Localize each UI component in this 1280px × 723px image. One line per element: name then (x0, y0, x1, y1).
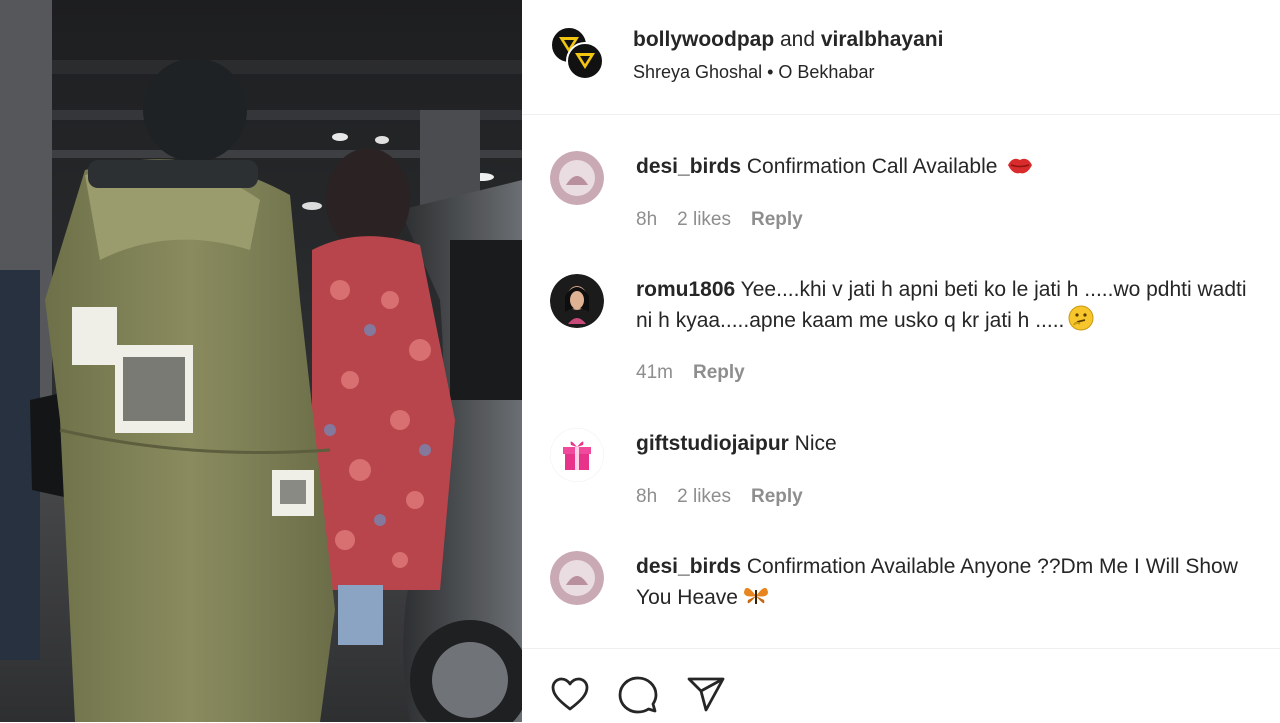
avatar[interactable] (550, 151, 604, 205)
comment-button[interactable] (618, 675, 658, 715)
comment-username[interactable]: desi_birds (636, 555, 741, 578)
gift-logo-icon (550, 428, 604, 482)
post-actions-bar (522, 648, 1280, 723)
airport-scene-image (0, 0, 522, 722)
butterfly-icon (743, 587, 768, 604)
comment-time[interactable]: 8h (636, 486, 657, 507)
reply-button[interactable]: Reply (693, 362, 745, 383)
audio-separator: • (762, 62, 779, 82)
profile-photo-icon (550, 551, 604, 605)
comment-username[interactable]: giftstudiojaipur (636, 432, 789, 455)
comment-username[interactable]: romu1806 (636, 278, 735, 301)
comments-list[interactable]: desi_birds Confirmation Call Available 8… (522, 115, 1280, 648)
comment-meta: 41m Reply (636, 362, 765, 384)
audio-info[interactable]: Shreya Ghoshal • O Bekhabar (633, 62, 874, 83)
post-header: bollywoodpap and viralbhayani Shreya Gho… (522, 0, 1280, 115)
comment-likes[interactable]: 2 likes (677, 209, 731, 230)
comment-username[interactable]: desi_birds (636, 155, 741, 178)
audio-artist[interactable]: Shreya Ghoshal (633, 62, 762, 82)
author-username[interactable]: viralbhayani (821, 28, 944, 51)
like-button[interactable] (550, 675, 590, 715)
post-authors: bollywoodpap and viralbhayani (633, 28, 943, 52)
comment-icon (618, 676, 658, 714)
collab-avatars[interactable] (550, 26, 610, 86)
audio-title[interactable]: O Bekhabar (778, 62, 874, 82)
avatar[interactable] (566, 42, 604, 80)
thinking-face-icon (1068, 305, 1094, 331)
comment-text: Nice (788, 432, 837, 455)
comment-body: desi_birds Confirmation Call Available (636, 151, 1256, 182)
comment-likes[interactable]: 2 likes (677, 486, 731, 507)
avatar[interactable] (550, 428, 604, 482)
comment-body: desi_birds Confirmation Available Anyone… (636, 551, 1256, 613)
comment-meta: 8h 2 likes Reply (636, 209, 823, 231)
avatar[interactable] (550, 551, 604, 605)
reply-button[interactable]: Reply (751, 486, 803, 507)
comment-body: giftstudiojaipur Nice (636, 428, 1256, 459)
author-joiner: and (774, 28, 821, 51)
share-button[interactable] (686, 675, 726, 715)
profile-photo-icon (550, 151, 604, 205)
profile-photo-icon (550, 274, 604, 328)
post-media[interactable] (0, 0, 522, 722)
comment-time[interactable]: 41m (636, 362, 673, 383)
brand-logo-icon (575, 53, 595, 69)
comment-time[interactable]: 8h (636, 209, 657, 230)
comment-body: romu1806 Yee....khi v jati h apni beti k… (636, 274, 1256, 336)
share-icon (687, 677, 725, 712)
author-username[interactable]: bollywoodpap (633, 28, 774, 51)
reply-button[interactable]: Reply (751, 209, 803, 230)
comment-text: Confirmation Call Available (741, 155, 1004, 178)
post-detail-panel: bollywoodpap and viralbhayani Shreya Gho… (522, 0, 1280, 722)
avatar[interactable] (550, 274, 604, 328)
lips-icon (1008, 158, 1033, 174)
heart-icon (551, 677, 589, 711)
comment-meta: 8h 2 likes Reply (636, 486, 823, 508)
